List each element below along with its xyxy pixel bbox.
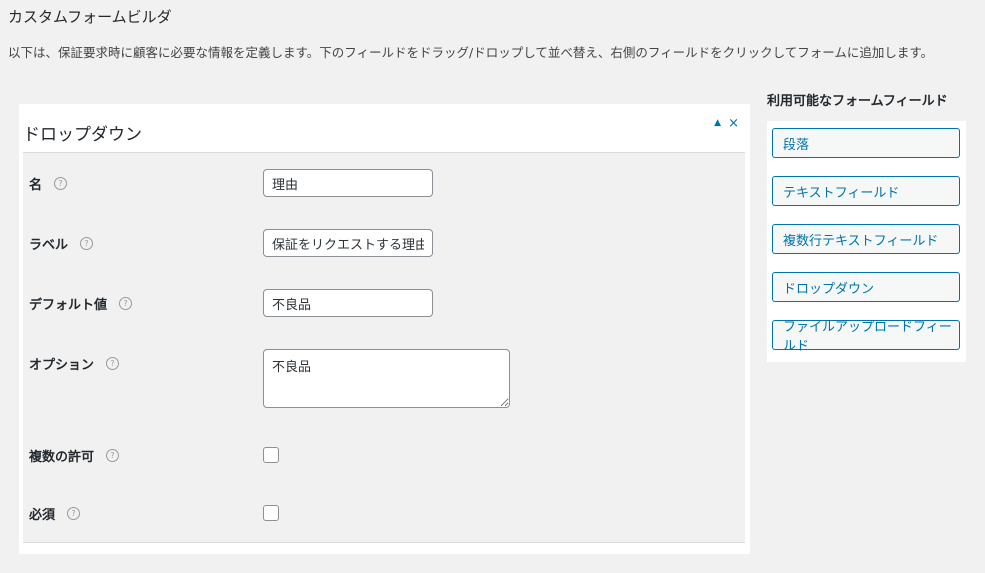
label-input[interactable] (263, 229, 433, 257)
label-row-label: ラベル ? (29, 234, 94, 253)
field-title: ドロップダウン (23, 125, 142, 145)
options-label: オプション (29, 358, 95, 373)
name-label: 名 (29, 178, 43, 193)
help-icon[interactable]: ? (80, 237, 94, 250)
page-description: 以下は、保証要求時に顧客に必要な情報を定義します。下のフィールドをドラッグ/ドロ… (8, 45, 934, 60)
default-value-input[interactable] (263, 289, 433, 317)
field-settings: 名 ? ラベル ? デフォルト値 ? オプション ? 不良品 複数の許可 ? 必… (23, 153, 745, 543)
required-label: 必須 (29, 508, 56, 523)
add-text-field-button[interactable]: テキストフィールド (772, 176, 960, 206)
add-paragraph-button[interactable]: 段落 (772, 128, 960, 158)
add-textarea-button[interactable]: 複数行テキストフィールド (772, 224, 960, 254)
add-dropdown-button[interactable]: ドロップダウン (772, 272, 960, 302)
help-icon[interactable]: ? (54, 177, 68, 190)
close-icon[interactable]: × (728, 116, 739, 131)
default-value-label: デフォルト値 (29, 298, 108, 313)
name-input[interactable] (263, 169, 433, 197)
collapse-icon[interactable]: ▲ (714, 118, 721, 128)
available-fields-box: 段落 テキストフィールド 複数行テキストフィールド ドロップダウン ファイルアッ… (767, 121, 966, 362)
required-row-label: 必須 ? (29, 504, 81, 523)
field-editor-panel: ドロップダウン ▲ × 名 ? ラベル ? デフォルト値 ? オプション ? 不… (19, 104, 750, 554)
default-row-label: デフォルト値 ? (29, 294, 133, 313)
name-row-label: 名 ? (29, 174, 68, 193)
multiple-label: 複数の許可 (29, 450, 95, 465)
multiple-checkbox[interactable] (263, 447, 279, 463)
options-textarea[interactable]: 不良品 (263, 349, 510, 408)
multiple-row-label: 複数の許可 ? (29, 446, 120, 465)
required-checkbox[interactable] (263, 505, 279, 521)
help-icon[interactable]: ? (106, 449, 120, 462)
field-header[interactable]: ドロップダウン ▲ × (23, 104, 745, 153)
sidebar-title: 利用可能なフォームフィールド (767, 94, 948, 109)
page-title: カスタムフォームビルダ (8, 8, 172, 26)
label-label: ラベル (29, 238, 69, 253)
add-file-upload-button[interactable]: ファイルアップロードフィールド (772, 320, 960, 354)
options-row-label: オプション ? (29, 354, 120, 373)
help-icon[interactable]: ? (106, 357, 120, 370)
help-icon[interactable]: ? (119, 297, 133, 310)
help-icon[interactable]: ? (67, 507, 81, 520)
